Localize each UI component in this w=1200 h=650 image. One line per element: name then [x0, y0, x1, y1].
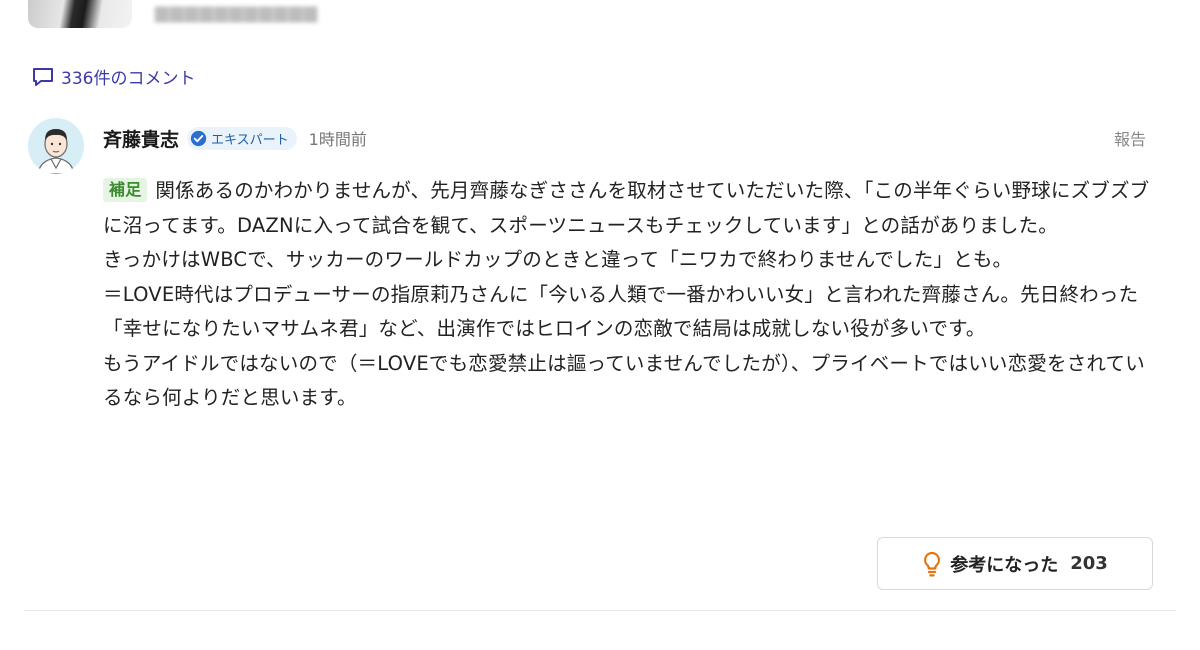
- report-link[interactable]: 報告: [1114, 126, 1146, 150]
- article-thumbnail: [28, 0, 132, 28]
- lightbulb-icon: [924, 551, 941, 576]
- helpful-label: 参考になった: [950, 554, 1059, 576]
- comment-paragraph: 補足 関係あるのかわかりませんが、先月齊藤なぎささんを取材させていただいた際、「こ…: [103, 174, 1163, 243]
- helpful-count: 203: [1070, 553, 1108, 574]
- comment-paragraph: もうアイドルではないので（＝LOVEでも恋愛禁止は謳っていませんでしたが）、プラ…: [103, 351, 1145, 410]
- comment-count-link[interactable]: 336件のコメント: [31, 64, 195, 89]
- expert-comment: 斉藤貴志 エキスパート 1時間前 報告 補足 関係あるのかわかりませんが、先月齊藤…: [24, 116, 1176, 612]
- expert-badge-label: エキスパート: [211, 132, 289, 148]
- author-name[interactable]: 斉藤貴志: [103, 125, 179, 152]
- speech-bubble-icon: [33, 67, 53, 86]
- comment-paragraph: ＝LOVE時代はプロデューサーの指原莉乃さんに「今いる人類で一番かわいい女」と言…: [103, 282, 1139, 341]
- helpful-button[interactable]: 参考になった 203: [877, 537, 1153, 590]
- avatar[interactable]: [28, 118, 84, 174]
- comment-paragraph: きっかけはWBCで、サッカーのワールドカップのときと違って「ニワカで終わりません…: [103, 248, 1013, 271]
- paragraph-text: 関係あるのかわかりませんが、先月齊藤なぎささんを取材させていただいた際、「この半…: [103, 179, 1150, 237]
- supplement-tag: 補足: [103, 178, 148, 202]
- expert-badge: エキスパート: [187, 126, 297, 150]
- verified-check-icon: [190, 130, 207, 146]
- avatar-illustration: [28, 118, 84, 174]
- divider: [24, 610, 1176, 611]
- comment-count-label: 336件のコメント: [61, 69, 196, 89]
- timestamp: 1時間前: [308, 130, 367, 149]
- previous-article-remnant: ▆▆▆▆▆▆▆▆▆▆▆: [0, 0, 1200, 32]
- comment-body: 補足 関係あるのかわかりませんが、先月齊藤なぎささんを取材させていただいた際、「こ…: [103, 174, 1163, 416]
- comment-header: 斉藤貴志 エキスパート 1時間前: [103, 124, 367, 152]
- cropped-text: ▆▆▆▆▆▆▆▆▆▆▆: [155, 2, 319, 23]
